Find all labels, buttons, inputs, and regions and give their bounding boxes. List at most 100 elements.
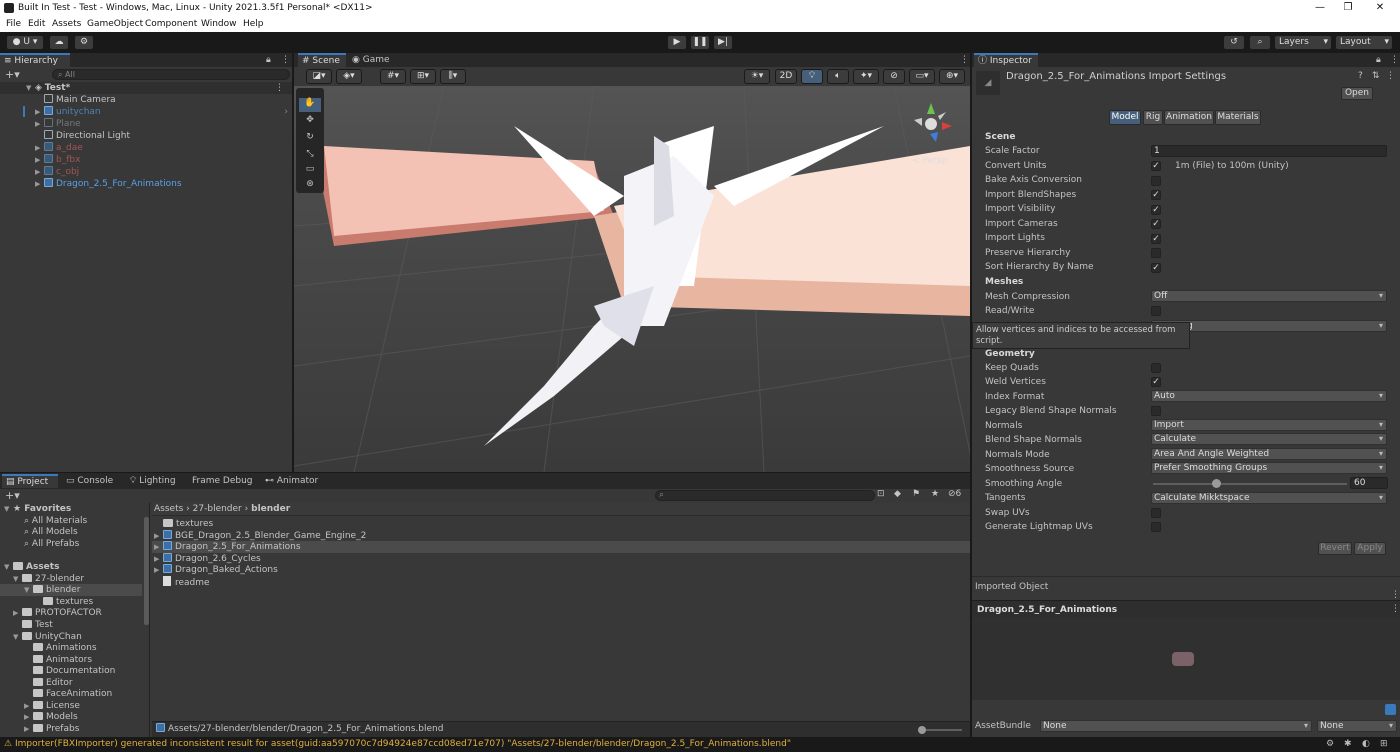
close-button[interactable]: ✕ <box>1364 0 1396 16</box>
hierarchy-item[interactable]: ▶ Plane <box>0 118 81 130</box>
camera-icon[interactable]: ▭▾ <box>909 69 935 84</box>
favorite-item[interactable]: ⌕ All Models <box>0 526 78 538</box>
keep-quads-checkbox[interactable] <box>1151 363 1161 373</box>
hierarchy-search-input[interactable]: ⌕ All <box>52 69 290 80</box>
lighting-icon[interactable]: 💡︎ <box>801 69 823 84</box>
help-icon[interactable]: ? <box>1358 71 1363 81</box>
bundle-tag-icon[interactable] <box>1385 704 1396 715</box>
model-preview[interactable] <box>972 618 1400 700</box>
hierarchy-item[interactable]: ▶ c_obj <box>0 166 79 178</box>
assetbundle-variant-dropdown[interactable]: None <box>1317 720 1397 732</box>
more-options-icon[interactable]: ⋮ <box>1391 590 1400 600</box>
cloud-icon[interactable]: ☁ <box>49 35 69 50</box>
orientation-gizmo-icon[interactable] <box>906 100 956 146</box>
mesh-compression-dropdown[interactable]: Off <box>1151 290 1387 302</box>
transform-tool-icon[interactable]: ⊛ <box>299 179 321 193</box>
account-button[interactable]: ● U ▾ <box>6 35 44 50</box>
more-options-icon[interactable]: ⋮ <box>1390 55 1399 65</box>
draw-mode-icon[interactable]: ◪▾ <box>306 69 332 84</box>
play-button[interactable]: ▶ <box>667 35 687 50</box>
gizmos-icon[interactable]: ⊕▾ <box>939 69 965 84</box>
smoothing-angle-track[interactable] <box>1153 483 1347 485</box>
more-options-icon[interactable]: ⋮ <box>1391 604 1400 614</box>
tree-folder[interactable]: FaceAnimation <box>0 688 112 700</box>
star-icon[interactable]: ★ <box>931 489 939 499</box>
layers-dropdown[interactable]: Layers ▾ <box>1274 35 1332 50</box>
notification-icon[interactable]: ⊞ <box>1380 737 1388 752</box>
import-visibility-checkbox[interactable]: ✓ <box>1151 205 1161 215</box>
tab-animator[interactable]: ⊷ Animator <box>261 474 322 488</box>
scene-row[interactable]: ▼ ◈ Test* ⋮ <box>0 82 292 94</box>
move-tool-icon[interactable]: ✥ <box>299 115 321 129</box>
revert-button[interactable]: Revert <box>1318 542 1352 555</box>
import-blendshapes-checkbox[interactable]: ✓ <box>1151 190 1161 200</box>
tab-model[interactable]: Model <box>1109 110 1141 125</box>
align-icon[interactable]: ⫼▾ <box>440 69 466 84</box>
lock-icon[interactable]: 🔒︎ <box>266 55 271 65</box>
apply-button[interactable]: Apply <box>1354 542 1386 555</box>
step-button[interactable]: ▶| <box>713 35 733 50</box>
tab-console[interactable]: ▭ Console <box>62 474 117 488</box>
tab-materials[interactable]: Materials <box>1215 110 1261 125</box>
smoothing-angle-input[interactable]: 60 <box>1350 477 1388 489</box>
hierarchy-item[interactable]: ▶ a_dae <box>0 142 83 154</box>
menu-window[interactable]: Window <box>201 19 237 29</box>
tree-folder[interactable]: Animations <box>0 642 97 654</box>
chevron-right-icon[interactable]: › <box>284 106 288 118</box>
smoothing-angle-slider-handle[interactable] <box>1212 479 1221 488</box>
rect-tool-icon[interactable]: ▭ <box>299 164 321 178</box>
debug-icon[interactable]: ✱ <box>1344 737 1352 752</box>
project-search-input[interactable]: ⌕ <box>655 490 875 501</box>
assetbundle-dropdown[interactable]: None <box>1040 720 1312 732</box>
tree-folder[interactable]: ▶ Prefabs <box>0 723 79 735</box>
add-icon[interactable]: +▾ <box>5 489 20 502</box>
tree-folder[interactable]: ▶ PROTOFACTOR <box>0 607 102 619</box>
filter-type-icon[interactable]: ⊡ <box>877 489 885 499</box>
lock-icon[interactable]: 🔒︎ <box>1376 55 1381 65</box>
tree-folder-selected[interactable]: ▼ blender <box>0 584 142 596</box>
status-bar[interactable]: ⚠ Importer(FBXImporter) generated incons… <box>0 737 1400 752</box>
more-options-icon[interactable]: ⋮ <box>1386 71 1395 81</box>
hierarchy-item[interactable]: ▶ unitychan › <box>0 106 292 118</box>
cache-icon[interactable]: ◐ <box>1362 737 1370 752</box>
breadcrumb-assets[interactable]: Assets <box>154 504 183 514</box>
toggle-2d-button[interactable]: 2D <box>775 69 797 84</box>
sort-hierarchy-checkbox[interactable]: ✓ <box>1151 263 1161 273</box>
tree-folder[interactable]: Documentation <box>0 665 115 677</box>
more-options-icon[interactable]: ⋮ <box>960 55 969 65</box>
bake-axis-checkbox[interactable] <box>1151 176 1161 186</box>
hierarchy-item[interactable]: ▶ Dragon_2.5_For_Animations <box>0 178 182 190</box>
tab-inspector[interactable]: ⓘ Inspector <box>974 53 1038 67</box>
scene-viewport[interactable]: ✋ ✥ ↻ ⤡ ▭ ⊛ < Persp <box>294 86 970 472</box>
lightmap-uvs-checkbox[interactable] <box>1151 522 1161 532</box>
tab-scene[interactable]: # Scene <box>298 53 346 67</box>
menu-help[interactable]: Help <box>243 19 264 29</box>
maximize-button[interactable]: ❐ <box>1332 0 1364 16</box>
legacy-blend-checkbox[interactable] <box>1151 406 1161 416</box>
breadcrumb-blender[interactable]: blender <box>251 504 290 514</box>
menu-file[interactable]: File <box>6 19 21 29</box>
tab-rig[interactable]: Rig <box>1143 110 1163 125</box>
hidden-count-icon[interactable]: ⊘6 <box>948 489 961 499</box>
open-button[interactable]: Open <box>1341 87 1373 100</box>
grid-snap-icon[interactable]: #▾ <box>380 69 406 84</box>
collab-icon[interactable]: ⚙ <box>74 35 94 50</box>
file-item[interactable]: readme <box>152 576 210 588</box>
import-lights-checkbox[interactable]: ✓ <box>1151 234 1161 244</box>
swap-uvs-checkbox[interactable] <box>1151 508 1161 518</box>
read-write-checkbox[interactable] <box>1151 306 1161 316</box>
blend-shape-normals-dropdown[interactable]: Calculate <box>1151 433 1387 445</box>
index-format-dropdown[interactable]: Auto <box>1151 390 1387 402</box>
weld-vertices-checkbox[interactable]: ✓ <box>1151 377 1161 387</box>
normals-dropdown[interactable]: Import <box>1151 419 1387 431</box>
breadcrumb-27-blender[interactable]: 27-blender <box>193 504 242 514</box>
tag-icon[interactable]: ⚑ <box>912 489 920 499</box>
tree-folder[interactable]: Test <box>0 619 53 631</box>
menu-edit[interactable]: Edit <box>28 19 45 29</box>
icon-size-slider-handle[interactable] <box>918 726 926 734</box>
tangents-dropdown[interactable]: Calculate Mikktspace <box>1151 492 1387 504</box>
tab-lighting[interactable]: 💡︎ Lighting <box>126 474 180 488</box>
hand-tool-icon[interactable]: ✋ <box>299 98 321 112</box>
search-icon[interactable]: ⌕ <box>1249 35 1271 50</box>
favorites-header[interactable]: ▼ ★ Favorites <box>0 503 71 515</box>
